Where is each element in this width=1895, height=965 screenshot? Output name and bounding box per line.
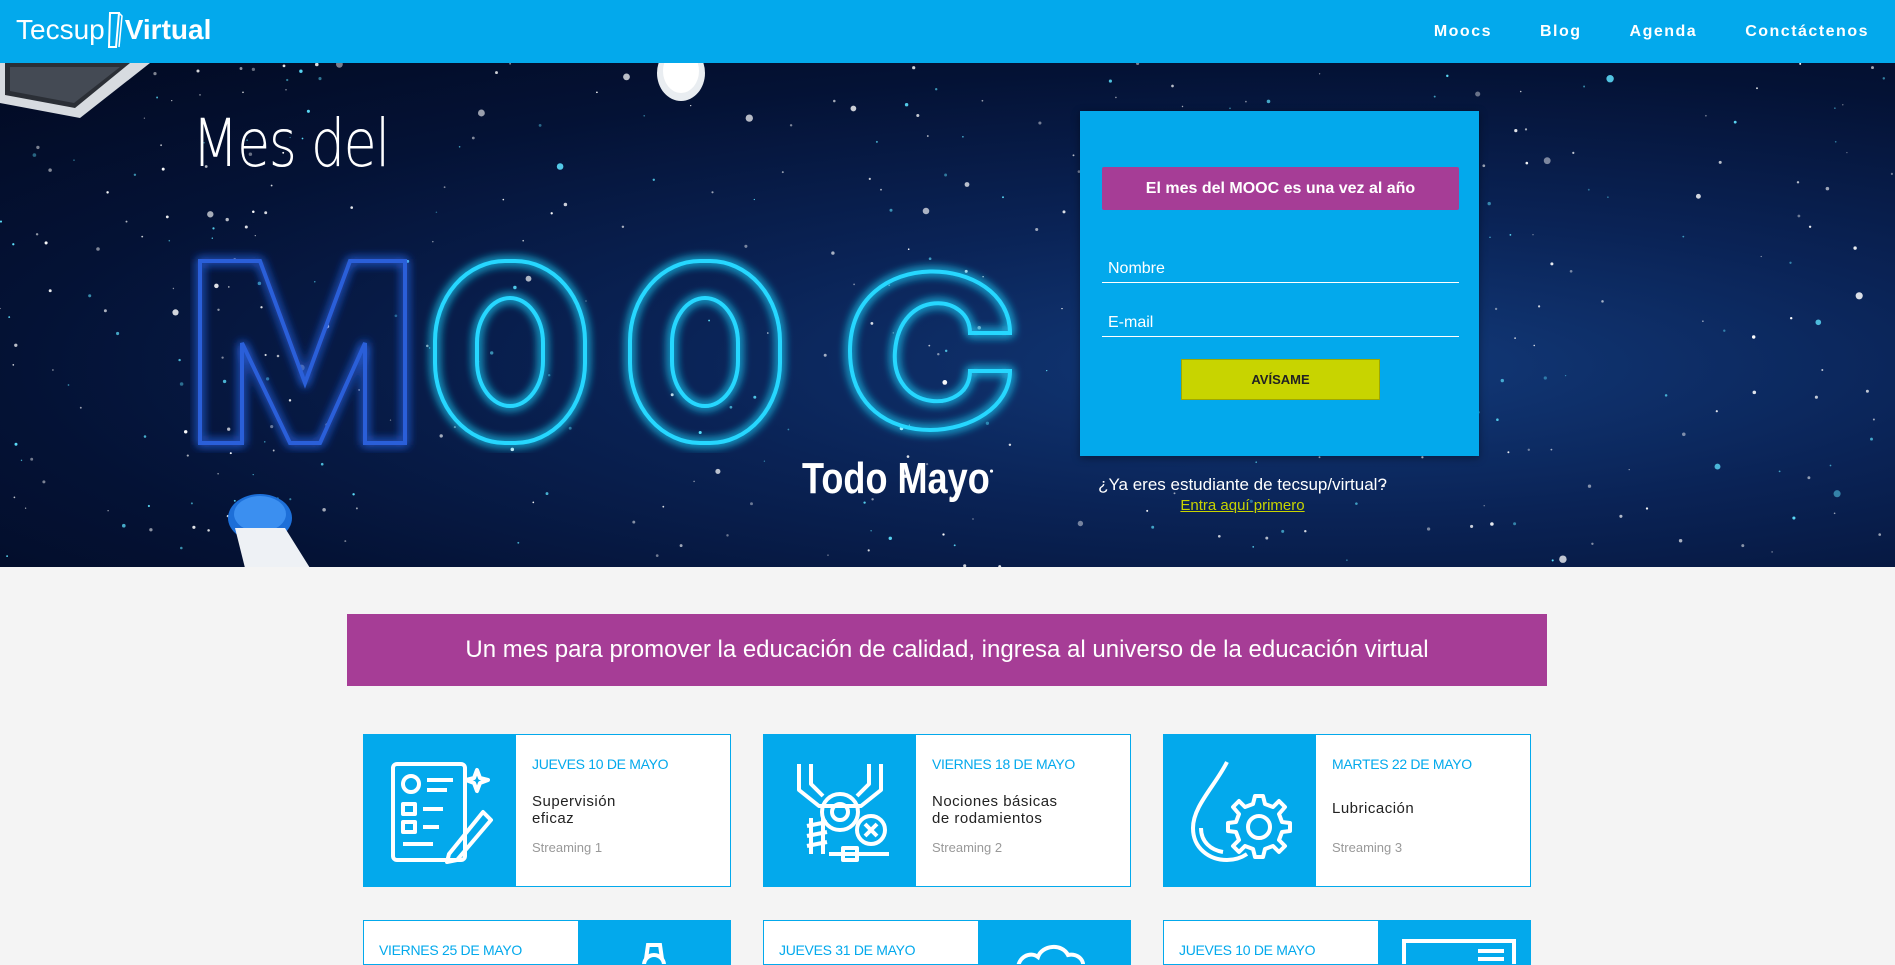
top-navbar: Tecsup Virtual Moocs Blog Agenda Conctác… bbox=[0, 0, 1895, 63]
event-icon-box bbox=[764, 735, 916, 886]
event-card[interactable]: MARTES 22 DE MAYO Lubricación Streaming … bbox=[1163, 734, 1531, 887]
event-title: Lubricación bbox=[1332, 800, 1415, 817]
promo-banner: Un mes para promover la educación de cal… bbox=[347, 614, 1547, 686]
cloud-icon bbox=[1016, 945, 1085, 964]
event-date: JUEVES 10 DE MAYO bbox=[532, 756, 669, 772]
hero-line-mes-del: Mes del bbox=[192, 105, 390, 182]
hero-mooc-neon-title bbox=[198, 259, 1013, 445]
hero-banner: Mes del Todo Mayo El mes del MOOC es una… bbox=[0, 63, 1895, 567]
event-date: JUEVES 10 DE MAYO bbox=[1179, 942, 1316, 958]
event-title: Nociones básicas de rodamientos bbox=[932, 793, 1058, 827]
event-card[interactable]: JUEVES 10 DE MAYO Supervisión eficaz Str… bbox=[363, 734, 731, 887]
gear-icon bbox=[642, 943, 666, 964]
event-card[interactable]: VIERNES 25 DE MAYO bbox=[363, 920, 731, 965]
coffee-cup-decoration bbox=[228, 494, 310, 567]
event-date: VIERNES 25 DE MAYO bbox=[379, 942, 522, 958]
event-card[interactable]: JUEVES 31 DE MAYO bbox=[763, 920, 1131, 965]
event-icon-box bbox=[978, 921, 1130, 964]
event-icon-box bbox=[1164, 735, 1316, 886]
signup-form-card: El mes del MOOC es una vez al año AVÍSAM… bbox=[1080, 111, 1479, 456]
document-icon bbox=[1402, 939, 1516, 964]
event-date: JUEVES 31 DE MAYO bbox=[779, 942, 916, 958]
name-input[interactable] bbox=[1102, 255, 1459, 283]
oil-drop-gear-icon bbox=[1191, 760, 1292, 862]
existing-student-prompt: ¿Ya eres estudiante de tecsup/virtual? E… bbox=[1095, 475, 1390, 514]
checklist-icon bbox=[391, 761, 493, 864]
event-icon-box bbox=[364, 735, 516, 886]
form-banner: El mes del MOOC es una vez al año bbox=[1102, 167, 1459, 210]
nav-contact-link[interactable]: Conctáctenos bbox=[1745, 23, 1869, 41]
main-menu: Moocs Blog Agenda Conctáctenos bbox=[1434, 0, 1895, 63]
event-stream-label: Streaming 2 bbox=[932, 840, 1003, 855]
bearing-icon bbox=[797, 763, 889, 862]
event-card[interactable]: VIERNES 18 DE MAYO Nociones básicas de r… bbox=[763, 734, 1131, 887]
hero-subtitle: Todo Mayo bbox=[802, 454, 990, 503]
event-stream-label: Streaming 3 bbox=[1332, 840, 1403, 855]
logo-text-tecsup: Tecsup bbox=[16, 14, 105, 45]
tecsup-virtual-logo[interactable]: Tecsup Virtual bbox=[16, 10, 211, 50]
login-first-link[interactable]: Entra aquí primero bbox=[1095, 497, 1390, 514]
event-stream-label: Streaming 1 bbox=[532, 840, 603, 855]
nav-moocs-link[interactable]: Moocs bbox=[1434, 23, 1492, 41]
logo-slash-icon bbox=[107, 12, 123, 48]
nav-blog-link[interactable]: Blog bbox=[1540, 23, 1582, 41]
nav-agenda-link[interactable]: Agenda bbox=[1630, 23, 1698, 41]
event-icon-box bbox=[1378, 921, 1530, 964]
existing-student-text: ¿Ya eres estudiante de tecsup/virtual? bbox=[1098, 475, 1387, 494]
email-input[interactable] bbox=[1102, 309, 1459, 337]
laptop-decoration bbox=[0, 63, 150, 118]
logo-text-virtual: Virtual bbox=[124, 14, 212, 45]
mouse-decoration bbox=[657, 63, 705, 101]
event-card[interactable]: JUEVES 10 DE MAYO bbox=[1163, 920, 1531, 965]
event-date: MARTES 22 DE MAYO bbox=[1332, 756, 1472, 772]
event-title: Supervisión eficaz bbox=[532, 793, 616, 827]
event-icon-box bbox=[578, 921, 730, 964]
notify-me-button[interactable]: AVÍSAME bbox=[1181, 359, 1380, 400]
event-date: VIERNES 18 DE MAYO bbox=[932, 756, 1075, 772]
